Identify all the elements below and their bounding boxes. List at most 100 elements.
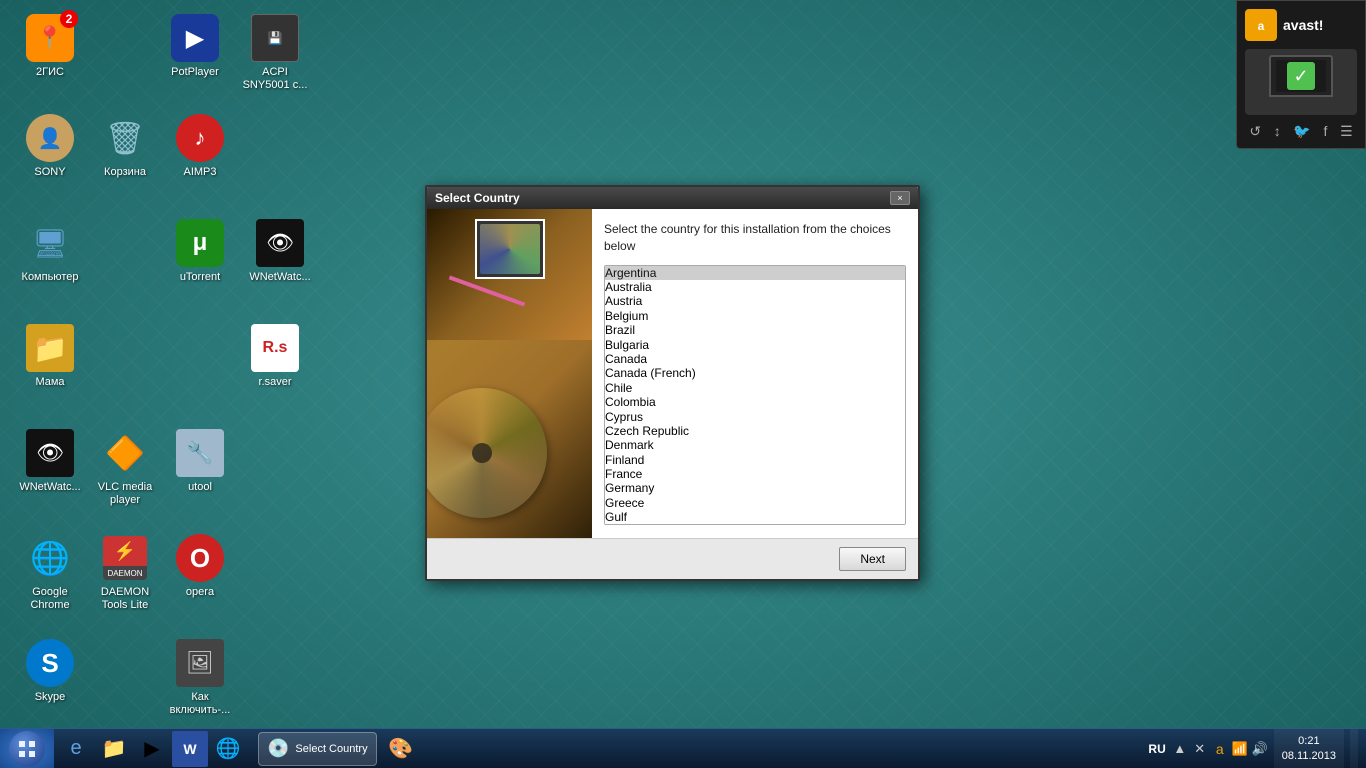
svg-text:a: a bbox=[1258, 19, 1265, 33]
desktop-icon-skype[interactable]: S Skype bbox=[10, 635, 90, 708]
desktop-icon-label-recycle: Корзина bbox=[104, 166, 146, 179]
taskbar-clock[interactable]: 0:21 08.11.2013 bbox=[1274, 729, 1344, 768]
taskbar-icon-paint[interactable]: 🎨 bbox=[383, 731, 419, 767]
desktop-icon-label-potplayer: PotPlayer bbox=[171, 66, 219, 79]
country-option-bulgaria[interactable]: Bulgaria bbox=[605, 338, 905, 352]
country-option-france[interactable]: France bbox=[605, 467, 905, 481]
systray-network-inactive[interactable]: ✕ bbox=[1192, 741, 1208, 757]
desktop-icon-computer[interactable]: 🖥 Компьютер bbox=[10, 215, 90, 288]
dialog-thumbnail bbox=[475, 219, 545, 279]
desktop-icon-howtoenable[interactable]: 🖼 Как включить-... bbox=[160, 635, 240, 721]
taskbar-icon-word[interactable]: W bbox=[172, 731, 208, 767]
dialog-title: Select Country bbox=[435, 191, 520, 205]
country-option-chile[interactable]: Chile bbox=[605, 381, 905, 395]
desktop-icon-mama[interactable]: 📁 Мама bbox=[10, 320, 90, 393]
systray-volume[interactable]: 🔊 bbox=[1252, 741, 1268, 757]
dialog-close-button[interactable]: × bbox=[890, 191, 910, 205]
dialog-content: Select the country for this installation… bbox=[427, 209, 918, 538]
desktop-icon-sony[interactable]: 👤 SONY bbox=[10, 110, 90, 183]
next-button[interactable]: Next bbox=[839, 547, 906, 571]
country-option-colombia[interactable]: Colombia bbox=[605, 395, 905, 409]
taskbar: e 📁 ▶ W 🌐 💿 Select Country 🎨 RU ▲ ✕ a bbox=[0, 728, 1366, 768]
clock-date: 08.11.2013 bbox=[1282, 749, 1336, 763]
avast-btn-refresh[interactable]: ↺ bbox=[1249, 123, 1261, 140]
desktop-icon-label-computer: Компьютер bbox=[22, 271, 79, 284]
dialog-image bbox=[427, 209, 592, 538]
dialog-instruction: Select the country for this installation… bbox=[604, 221, 906, 255]
dialog-titlebar: Select Country × bbox=[427, 187, 918, 209]
desktop-icon-label-chrome: Google Chrome bbox=[14, 586, 86, 612]
taskbar-icon-chrome[interactable]: 🌐 bbox=[210, 731, 246, 767]
systray-avast[interactable]: a bbox=[1212, 741, 1228, 757]
desktop-icon-2gis[interactable]: 2 📍 2ГИС bbox=[10, 10, 90, 83]
taskbar-icon-wmp[interactable]: ▶ bbox=[134, 731, 170, 767]
desktop-icon-wnetwat2[interactable]: 👁 WNetWatc... bbox=[10, 425, 90, 498]
avast-logo: a avast! bbox=[1245, 9, 1357, 41]
desktop-icon-label-howtoenable: Как включить-... bbox=[164, 691, 236, 717]
desktop-icon-label-daemon: DAEMON Tools Lite bbox=[89, 586, 161, 612]
country-option-canada[interactable]: Canada bbox=[605, 352, 905, 366]
taskbar-icon-explorer[interactable]: 📁 bbox=[96, 731, 132, 767]
country-option-brazil[interactable]: Brazil bbox=[605, 323, 905, 337]
avast-btn-facebook[interactable]: f bbox=[1324, 123, 1328, 140]
avast-icon: a bbox=[1245, 9, 1277, 41]
desktop-icon-label-rsaver: r.saver bbox=[258, 376, 291, 389]
desktop-icon-vlc[interactable]: 🔶 VLC media player bbox=[85, 425, 165, 511]
start-button[interactable] bbox=[0, 729, 54, 768]
desktop-icon-rsaver[interactable]: R.s r.saver bbox=[235, 320, 315, 393]
avast-actions: ↺ ↕ 🐦 f ☰ bbox=[1245, 123, 1357, 140]
desktop-icon-label-wnetwat2: WNetWatc... bbox=[19, 481, 80, 494]
show-desktop-button[interactable] bbox=[1350, 729, 1358, 768]
country-option-canada-french[interactable]: Canada (French) bbox=[605, 366, 905, 380]
country-option-germany[interactable]: Germany bbox=[605, 481, 905, 495]
country-option-finland[interactable]: Finland bbox=[605, 453, 905, 467]
country-listbox[interactable]: Argentina Australia Austria Belgium Braz… bbox=[604, 265, 906, 525]
desktop-icon-daemon[interactable]: ⚡ DAEMON DAEMON Tools Lite bbox=[85, 530, 165, 616]
country-option-austria[interactable]: Austria bbox=[605, 294, 905, 308]
taskbar-pinned-icons: e 📁 ▶ W 🌐 💿 Select Country 🎨 bbox=[54, 731, 423, 767]
desktop-icon-chrome[interactable]: 🌐 Google Chrome bbox=[10, 530, 90, 616]
dialog-footer: Next bbox=[427, 538, 918, 579]
country-option-australia[interactable]: Australia bbox=[605, 280, 905, 294]
desktop-icon-aimp3[interactable]: ♪ AIMP3 bbox=[160, 110, 240, 183]
taskbar-right: RU ▲ ✕ a 📶 🔊 0:21 08.11.2013 bbox=[1148, 729, 1366, 768]
desktop-icon-wnetwat1[interactable]: 👁 WNetWatc... bbox=[240, 215, 320, 288]
taskbar-active-icon: 💿 bbox=[267, 738, 289, 759]
country-option-gulf[interactable]: Gulf bbox=[605, 510, 905, 524]
country-option-czech[interactable]: Czech Republic bbox=[605, 424, 905, 438]
desktop-icon-potplayer[interactable]: ▶ PotPlayer bbox=[155, 10, 235, 83]
avast-btn-twitter[interactable]: 🐦 bbox=[1293, 123, 1310, 140]
desktop-icon-utorrent[interactable]: μ uTorrent bbox=[160, 215, 240, 288]
taskbar-icon-ie[interactable]: e bbox=[58, 731, 94, 767]
dialog-controls: × bbox=[890, 191, 910, 205]
desktop-icon-label-utool: utool bbox=[188, 481, 212, 494]
avast-btn-update[interactable]: ↕ bbox=[1274, 123, 1281, 140]
systray-arrow[interactable]: ▲ bbox=[1172, 741, 1188, 757]
desktop-icon-label-wnetwat1: WNetWatc... bbox=[249, 271, 310, 284]
dialog-right-panel: Select the country for this installation… bbox=[592, 209, 918, 538]
systray-network[interactable]: 📶 bbox=[1232, 741, 1248, 757]
select-country-dialog: Select Country × Select the country for … bbox=[425, 185, 920, 581]
desktop: 2 📍 2ГИС ▶ PotPlayer 💾 ACPI SNY5001 с...… bbox=[0, 0, 1366, 768]
desktop-icon-recycle[interactable]: 🗑 Корзина bbox=[85, 110, 165, 183]
avast-title: avast! bbox=[1283, 17, 1323, 33]
start-orb bbox=[9, 731, 45, 767]
clock-time: 0:21 bbox=[1298, 734, 1319, 748]
avast-btn-rss[interactable]: ☰ bbox=[1340, 123, 1353, 140]
country-option-denmark[interactable]: Denmark bbox=[605, 438, 905, 452]
taskbar-active-dialog[interactable]: 💿 Select Country bbox=[258, 732, 377, 766]
avast-laptop-display: ✓ bbox=[1245, 49, 1357, 115]
taskbar-language[interactable]: RU bbox=[1148, 742, 1165, 756]
desktop-icon-utool[interactable]: 🔧 utool bbox=[160, 425, 240, 498]
country-option-belgium[interactable]: Belgium bbox=[605, 309, 905, 323]
desktop-icon-label-acpi: ACPI SNY5001 с... bbox=[239, 66, 311, 92]
country-option-argentina[interactable]: Argentina bbox=[605, 266, 905, 280]
desktop-icon-label-vlc: VLC media player bbox=[89, 481, 161, 507]
country-option-greece[interactable]: Greece bbox=[605, 496, 905, 510]
desktop-icon-acpi[interactable]: 💾 ACPI SNY5001 с... bbox=[235, 10, 315, 96]
systray: ▲ ✕ a 📶 🔊 bbox=[1172, 741, 1268, 757]
desktop-icon-opera[interactable]: O opera bbox=[160, 530, 240, 603]
avast-panel: a avast! ✓ ↺ ↕ 🐦 f ☰ bbox=[1236, 0, 1366, 149]
desktop-icon-label-2gis: 2ГИС bbox=[36, 66, 64, 79]
country-option-cyprus[interactable]: Cyprus bbox=[605, 410, 905, 424]
